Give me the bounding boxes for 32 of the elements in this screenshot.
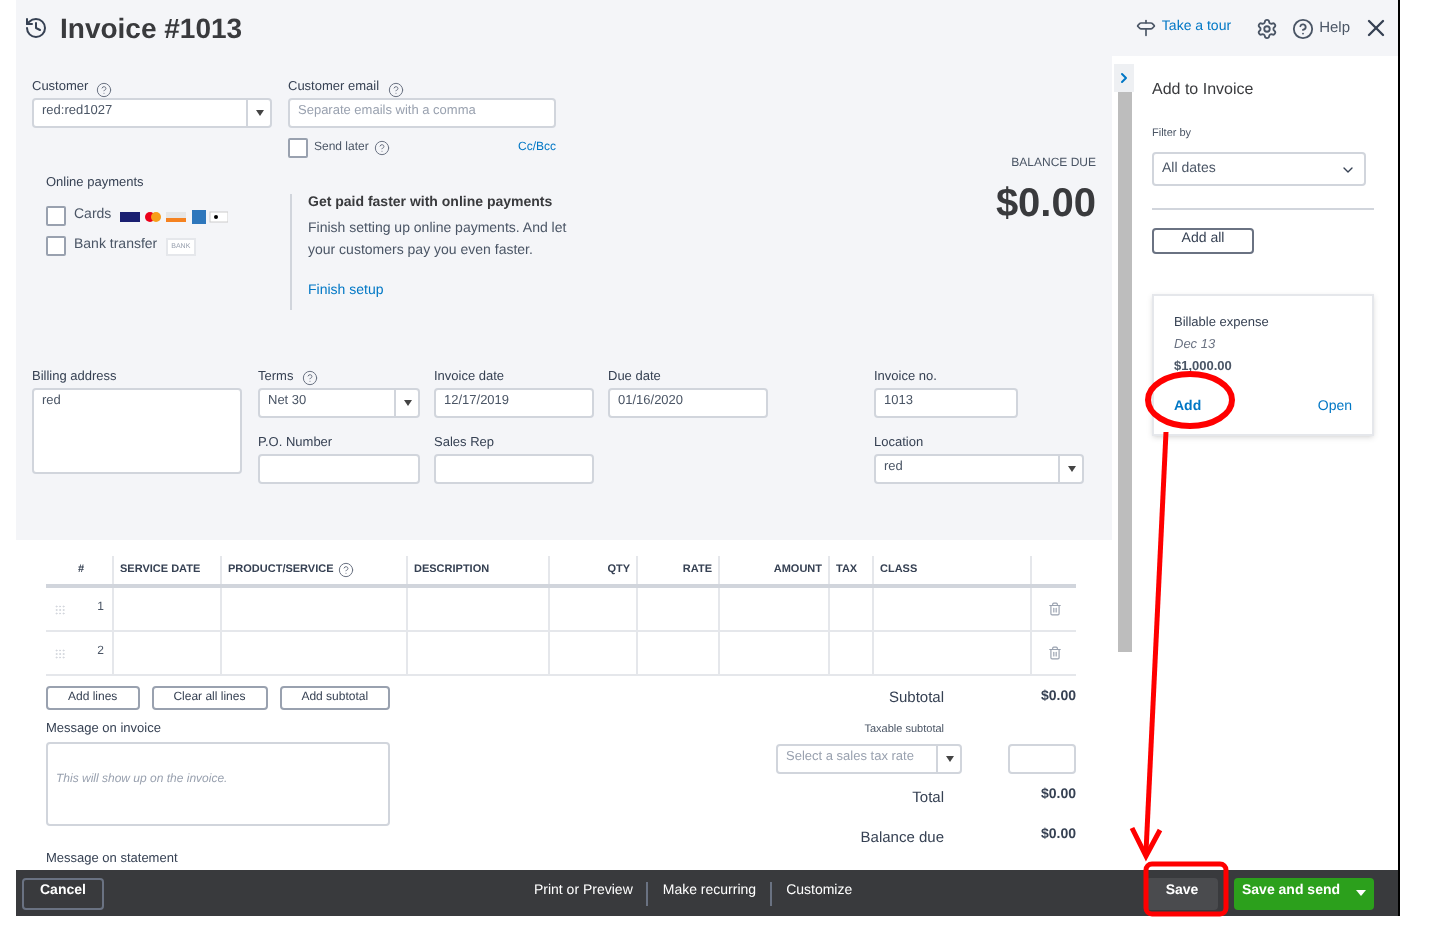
- tax-amount-field[interactable]: [1008, 744, 1076, 775]
- card-logos-icon: [119, 209, 228, 224]
- caret-icon: [945, 756, 953, 763]
- help-icon[interactable]: [96, 81, 113, 97]
- chevron-right-icon: [1116, 70, 1132, 86]
- help-icon[interactable]: [387, 81, 404, 97]
- annotation-circle: [1145, 371, 1235, 429]
- scrollbar-thumb[interactable]: [1117, 92, 1131, 652]
- settings-icon[interactable]: [1255, 17, 1278, 39]
- help-icon[interactable]: [337, 562, 354, 578]
- trash-icon[interactable]: [1047, 602, 1061, 616]
- caret-icon: [1356, 890, 1366, 896]
- input-field[interactable]: [434, 453, 594, 483]
- panel-title: Add to Invoice: [1152, 78, 1256, 102]
- signpost-icon: [1135, 18, 1156, 38]
- checkbox[interactable]: [288, 138, 308, 158]
- help-icon: [1291, 17, 1314, 39]
- caret-icon: [1067, 465, 1075, 471]
- highlight-box: [1143, 861, 1229, 917]
- history-icon[interactable]: [24, 16, 48, 40]
- help-icon[interactable]: [301, 370, 318, 386]
- caret-icon: [403, 399, 411, 405]
- caret-icon: [255, 110, 263, 116]
- page-title: Invoice #1013: [60, 9, 243, 47]
- trash-icon[interactable]: [1047, 646, 1061, 660]
- checkbox[interactable]: [46, 236, 66, 257]
- checkbox[interactable]: [46, 206, 66, 227]
- balance-due-amount: $0.00: [995, 180, 1096, 230]
- collapse-tab[interactable]: [1114, 64, 1134, 92]
- close-icon[interactable]: [1362, 14, 1390, 42]
- input-field[interactable]: [258, 453, 420, 483]
- help-icon[interactable]: [374, 140, 391, 156]
